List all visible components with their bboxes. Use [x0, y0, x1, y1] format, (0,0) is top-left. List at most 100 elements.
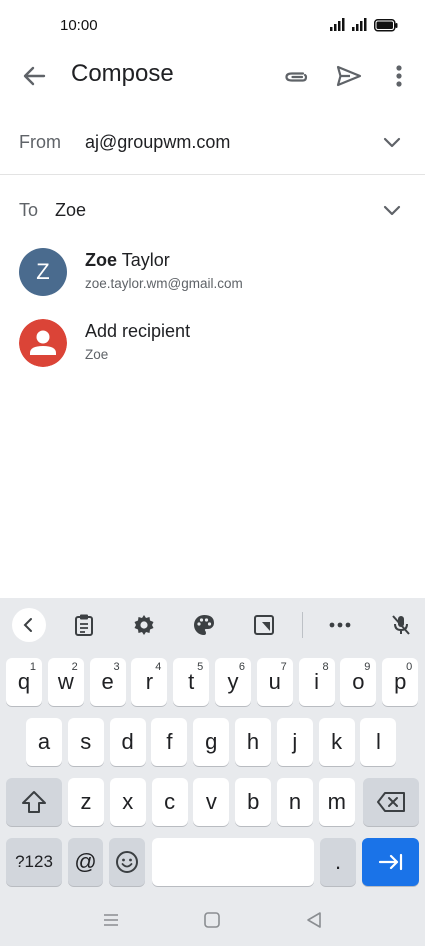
key-g[interactable]: g: [193, 718, 230, 766]
key-hint-number: 5: [197, 661, 204, 673]
key-hint-number: 4: [155, 661, 162, 673]
key-o[interactable]: o9: [340, 658, 377, 706]
backspace-key[interactable]: [363, 778, 419, 826]
key-hint-number: 8: [322, 661, 329, 673]
key-m[interactable]: m: [318, 778, 355, 826]
key-t[interactable]: t5: [173, 658, 210, 706]
key-label: q: [17, 669, 31, 694]
key-hint-number: 2: [71, 661, 78, 673]
avatar: Z: [19, 248, 67, 296]
from-row[interactable]: From aj@groupwm.com: [0, 118, 425, 166]
key-w[interactable]: w2: [47, 658, 84, 706]
key-j[interactable]: j: [276, 718, 313, 766]
more-options-icon[interactable]: [381, 56, 417, 96]
key-l[interactable]: l: [360, 718, 397, 766]
key-label: t: [188, 669, 195, 694]
key-hint-number: 1: [29, 661, 36, 673]
keyboard-toolbar: [0, 598, 425, 652]
enter-next-key[interactable]: [362, 838, 419, 886]
recents-icon[interactable]: [102, 912, 120, 928]
theme-button[interactable]: [187, 608, 221, 642]
one-handed-icon: [254, 615, 274, 635]
space-key[interactable]: [152, 838, 314, 886]
key-n[interactable]: n: [277, 778, 313, 826]
one-handed-button[interactable]: [247, 608, 281, 642]
key-i[interactable]: i8: [298, 658, 335, 706]
contact-name-match: Zoe: [85, 250, 118, 270]
home-icon[interactable]: [203, 911, 221, 929]
emoji-key[interactable]: [109, 838, 145, 886]
key-hint-number: 3: [113, 661, 120, 673]
key-label: o: [352, 669, 365, 694]
back-arrow-icon[interactable]: [14, 56, 54, 96]
key-y[interactable]: y6: [215, 658, 251, 706]
key-r[interactable]: r4: [131, 658, 168, 706]
status-bar: 10:00: [0, 0, 425, 52]
period-key[interactable]: .: [320, 838, 356, 886]
key-s[interactable]: s: [67, 718, 104, 766]
key-d[interactable]: d: [109, 718, 146, 766]
contact-name-rest: Taylor: [117, 250, 170, 270]
key-label: i: [314, 669, 320, 694]
key-q[interactable]: q1: [6, 658, 42, 706]
gear-icon: [134, 615, 154, 635]
back-nav-icon[interactable]: [305, 911, 323, 929]
key-label: p: [394, 669, 407, 694]
at-key[interactable]: @: [68, 838, 103, 886]
send-icon[interactable]: [328, 56, 368, 96]
key-c[interactable]: c: [151, 778, 188, 826]
avatar-initial: Z: [36, 259, 50, 284]
contact-email: zoe.taylor.wm@gmail.com: [85, 276, 243, 291]
to-row[interactable]: To Zoe: [0, 186, 425, 234]
key-k[interactable]: k: [318, 718, 355, 766]
voice-input-button[interactable]: [384, 608, 418, 642]
key-hint-number: 6: [238, 661, 245, 673]
tab-next-icon: [378, 853, 402, 871]
from-value[interactable]: aj@groupwm.com: [85, 132, 230, 153]
add-recipient-sub: Zoe: [85, 347, 109, 362]
chevron-down-icon[interactable]: [380, 198, 404, 222]
chevron-left-icon: [23, 618, 32, 632]
to-input[interactable]: Zoe: [55, 200, 86, 221]
toolbar-divider: [302, 612, 303, 638]
signal-icon-2: [352, 18, 367, 31]
key-f[interactable]: f: [151, 718, 188, 766]
symbols-key[interactable]: ?123: [6, 838, 62, 886]
signal-icon: [330, 18, 345, 31]
contact-name: Zoe Taylor: [85, 250, 170, 271]
key-hint-number: 9: [364, 661, 371, 673]
key-x[interactable]: x: [109, 778, 146, 826]
attach-icon[interactable]: [274, 56, 314, 96]
more-button[interactable]: [323, 608, 357, 642]
more-horizontal-icon: [329, 622, 351, 628]
suggestion-add-recipient[interactable]: Add recipient Zoe: [0, 313, 425, 373]
app-bar: Compose: [0, 52, 425, 100]
to-label: To: [19, 200, 39, 220]
key-label: e: [101, 669, 114, 694]
chevron-down-icon[interactable]: [380, 130, 404, 154]
key-label: y: [227, 669, 239, 694]
key-v[interactable]: v: [193, 778, 230, 826]
key-u[interactable]: u7: [256, 658, 293, 706]
clipboard-button[interactable]: [67, 608, 101, 642]
key-a[interactable]: a: [26, 718, 62, 766]
page-title: Compose: [71, 60, 174, 87]
emoji-icon: [116, 851, 138, 873]
shift-icon: [22, 791, 46, 813]
add-recipient-label: Add recipient: [85, 321, 191, 341]
key-b[interactable]: b: [235, 778, 272, 826]
key-e[interactable]: e3: [89, 658, 126, 706]
settings-button[interactable]: [127, 608, 161, 642]
person-icon: [19, 319, 67, 367]
backspace-icon: [377, 792, 405, 812]
battery-icon: [374, 19, 398, 32]
key-z[interactable]: z: [68, 778, 104, 826]
divider: [0, 174, 425, 175]
clipboard-icon: [75, 614, 93, 636]
suggestion-contact[interactable]: Z Zoe Taylor zoe.taylor.wm@gmail.com: [0, 242, 425, 302]
collapse-toolbar-button[interactable]: [12, 608, 46, 642]
shift-key[interactable]: [6, 778, 62, 826]
key-h[interactable]: h: [235, 718, 271, 766]
mic-off-icon: [392, 615, 410, 635]
key-p[interactable]: p0: [382, 658, 419, 706]
